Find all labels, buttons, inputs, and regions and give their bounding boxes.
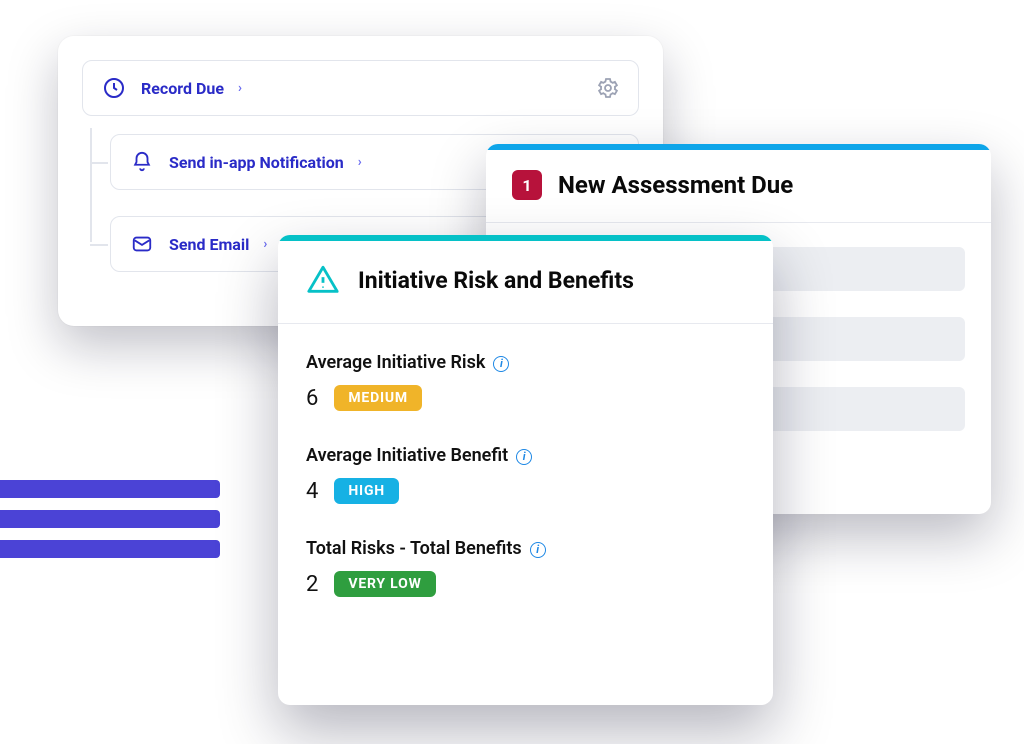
risk-panel-title: Initiative Risk and Benefits xyxy=(358,267,634,294)
metric-average-benefit: Average Initiative Benefit i 4 HIGH xyxy=(306,445,745,504)
gear-icon[interactable] xyxy=(596,76,620,100)
mail-icon xyxy=(129,231,155,257)
decorative-stripes xyxy=(0,480,220,570)
metric-value: 6 xyxy=(306,386,318,411)
chevron-right-icon: › xyxy=(263,237,267,252)
chevron-right-icon: › xyxy=(358,155,362,170)
workflow-action-label: Send Email xyxy=(169,235,249,254)
info-icon[interactable]: i xyxy=(493,356,509,372)
assessment-count-badge: 1 xyxy=(512,170,542,200)
status-badge: VERY LOW xyxy=(334,571,435,597)
status-badge: HIGH xyxy=(334,478,399,504)
metric-total-diff: Total Risks - Total Benefits i 2 VERY LO… xyxy=(306,538,745,597)
warning-triangle-icon xyxy=(306,263,340,297)
metric-value: 4 xyxy=(306,479,318,504)
status-badge: MEDIUM xyxy=(334,385,422,411)
bell-icon xyxy=(129,149,155,175)
metric-label: Average Initiative Risk xyxy=(306,352,485,373)
metric-average-risk: Average Initiative Risk i 6 MEDIUM xyxy=(306,352,745,411)
metric-label: Average Initiative Benefit xyxy=(306,445,508,466)
clock-icon xyxy=(101,75,127,101)
workflow-action-label: Send in-app Notification xyxy=(169,153,344,172)
info-icon[interactable]: i xyxy=(516,449,532,465)
assessment-title: New Assessment Due xyxy=(558,171,793,199)
chevron-right-icon: › xyxy=(238,81,242,96)
workflow-trigger-row[interactable]: Record Due › xyxy=(82,60,639,116)
info-icon[interactable]: i xyxy=(530,542,546,558)
metric-value: 2 xyxy=(306,572,318,597)
risk-benefits-panel: Initiative Risk and Benefits Average Ini… xyxy=(278,235,773,705)
metric-label: Total Risks - Total Benefits xyxy=(306,538,522,559)
workflow-trigger-label: Record Due xyxy=(141,79,224,98)
